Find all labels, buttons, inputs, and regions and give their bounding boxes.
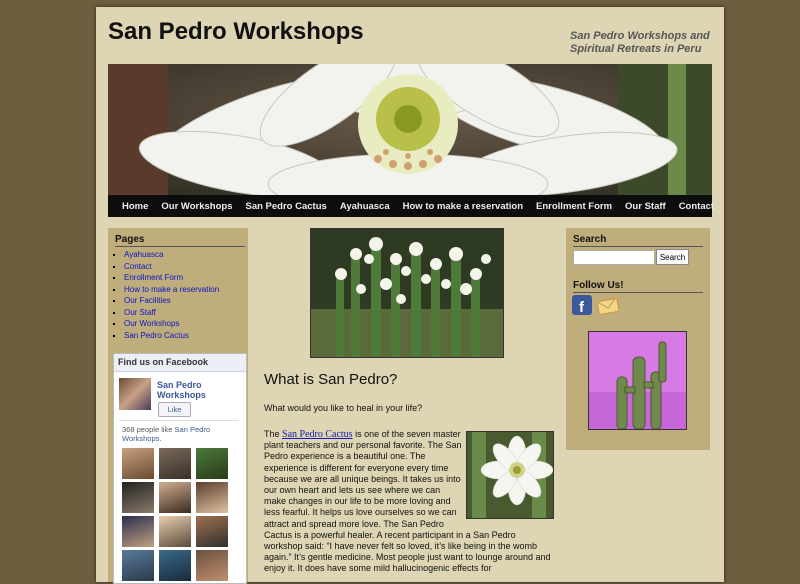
list-item: Our Facilities <box>124 295 219 307</box>
nav-enrollment-form[interactable]: Enrollment Form <box>530 201 619 212</box>
pages-list: Ayahuasca Contact Enrollment Form How to… <box>115 249 219 341</box>
cactus-flower-photo <box>466 431 554 519</box>
page-link-our-workshops[interactable]: Our Workshops <box>124 319 179 328</box>
facebook-widget: Find us on Facebook San Pedro Workshops … <box>113 353 247 584</box>
search-heading: Search <box>573 234 703 247</box>
list-item: Ayahuasca <box>124 249 219 261</box>
fan-avatar[interactable] <box>159 448 191 479</box>
list-item: Contact <box>124 261 219 273</box>
page-heading: What is San Pedro? <box>264 371 398 388</box>
cactus-sidebar-image <box>588 331 687 430</box>
fan-avatar[interactable] <box>159 482 191 513</box>
page-link-our-facilities[interactable]: Our Facilities <box>124 296 171 305</box>
intro-question: What would you like to heal in your life… <box>264 403 423 413</box>
page-link-reservation[interactable]: How to make a reservation <box>124 285 219 294</box>
site-tagline: San Pedro Workshops and Spiritual Retrea… <box>570 30 710 55</box>
search-button[interactable]: Search <box>656 249 689 265</box>
cactus-flowers-photo <box>310 228 504 358</box>
san-pedro-cactus-link[interactable]: San Pedro Cactus <box>282 429 353 440</box>
facebook-widget-heading: Find us on Facebook <box>114 354 246 372</box>
page-link-enrollment-form[interactable]: Enrollment Form <box>124 273 183 282</box>
nav-ayahuasca[interactable]: Ayahuasca <box>333 201 396 212</box>
fan-avatar[interactable] <box>122 448 154 479</box>
fan-avatar[interactable] <box>159 516 191 547</box>
follow-heading: Follow Us! <box>573 280 703 293</box>
list-item: Enrollment Form <box>124 272 219 284</box>
fan-avatar[interactable] <box>122 482 154 513</box>
fan-avatar[interactable] <box>196 516 228 547</box>
body-paragraph: The San Pedro Cactus is one of the seven… <box>264 429 554 575</box>
facebook-like-label: Like <box>167 405 182 414</box>
page-link-our-staff[interactable]: Our Staff <box>124 308 156 317</box>
header-banner-image <box>108 64 712 195</box>
left-sidebar: Pages Ayahuasca Contact Enrollment Form … <box>108 228 248 584</box>
facebook-like-button[interactable]: Like <box>158 402 191 417</box>
main-navigation: Home Our Workshops San Pedro Cactus Ayah… <box>108 195 714 217</box>
facebook-count-prefix: 368 people like <box>122 425 175 434</box>
search-input[interactable] <box>573 250 655 265</box>
list-item: How to make a reservation <box>124 284 219 296</box>
page-container: San Pedro Workshops San Pedro Workshops … <box>96 7 724 584</box>
body-intro: The <box>264 429 283 439</box>
page-link-ayahuasca[interactable]: Ayahuasca <box>124 250 163 259</box>
site-title[interactable]: San Pedro Workshops <box>108 18 364 46</box>
nav-reservation[interactable]: How to make a reservation <box>396 201 529 212</box>
nav-our-workshops[interactable]: Our Workshops <box>155 201 239 212</box>
facebook-icon[interactable]: f <box>572 295 592 316</box>
page-link-contact[interactable]: Contact <box>124 262 152 271</box>
facebook-like-count: 368 people like San Pedro Workshops. <box>122 425 232 443</box>
nav-home[interactable]: Home <box>108 201 155 212</box>
list-item: San Pedro Cactus <box>124 330 219 342</box>
pages-heading: Pages <box>115 234 245 247</box>
fan-avatar[interactable] <box>122 516 154 547</box>
nav-our-staff[interactable]: Our Staff <box>619 201 673 212</box>
facebook-fan-faces <box>122 448 232 581</box>
nav-contact[interactable]: Contact <box>672 201 720 212</box>
nav-san-pedro-cactus[interactable]: San Pedro Cactus <box>239 201 333 212</box>
fan-avatar[interactable] <box>196 482 228 513</box>
fan-avatar[interactable] <box>196 550 228 581</box>
facebook-page-avatar[interactable] <box>119 378 151 410</box>
fan-avatar[interactable] <box>159 550 191 581</box>
list-item: Our Workshops <box>124 318 219 330</box>
page-link-san-pedro-cactus[interactable]: San Pedro Cactus <box>124 331 189 340</box>
list-item: Our Staff <box>124 307 219 319</box>
fan-avatar[interactable] <box>196 448 228 479</box>
mail-icon[interactable] <box>596 297 620 315</box>
facebook-count-suffix: . <box>159 434 162 443</box>
divider <box>119 420 239 421</box>
facebook-page-name[interactable]: San Pedro Workshops <box>157 380 227 400</box>
right-sidebar: Search Search Follow Us! f <box>566 228 710 450</box>
fan-avatar[interactable] <box>122 550 154 581</box>
